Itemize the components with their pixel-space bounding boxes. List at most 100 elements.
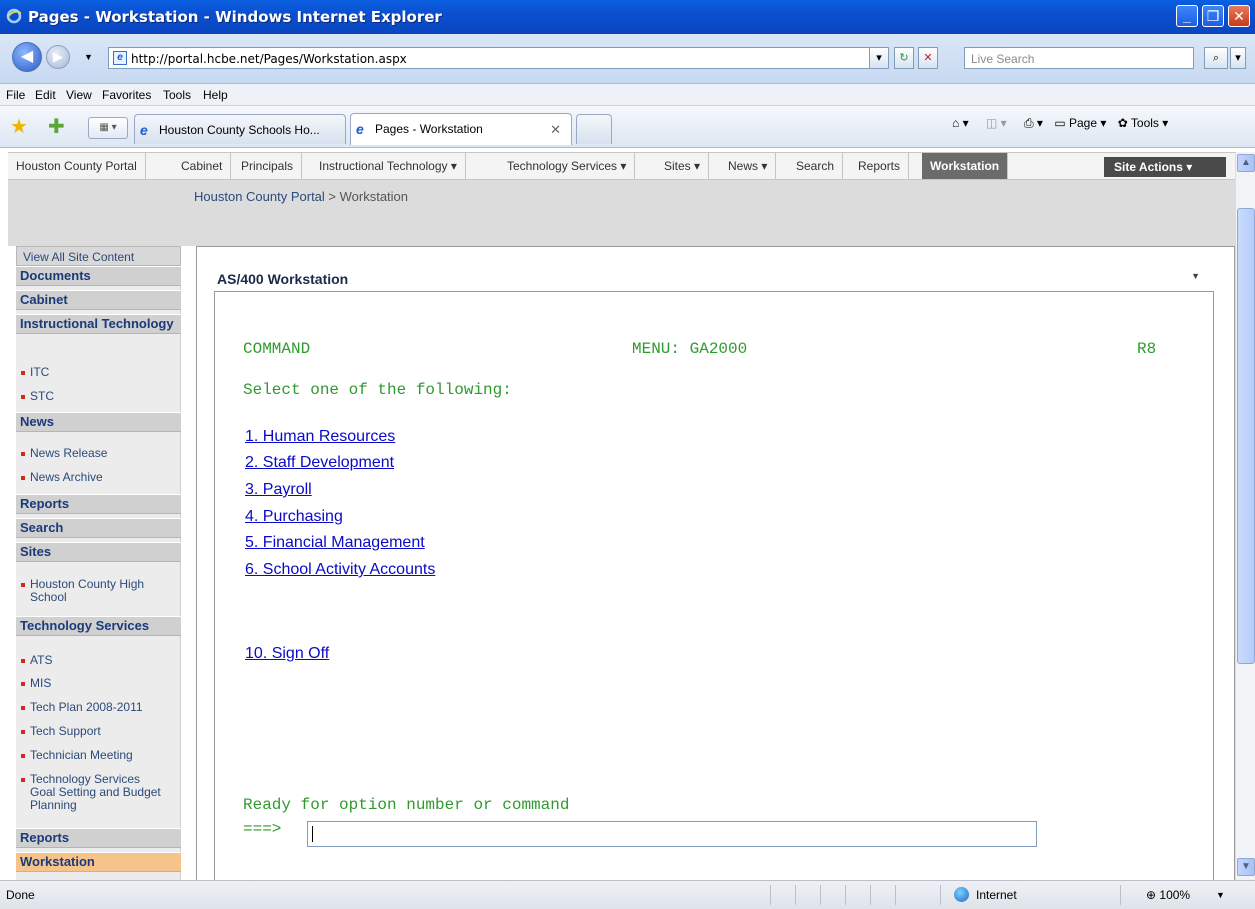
site-actions-button[interactable]: Site Actions ▾ xyxy=(1104,157,1226,177)
terminal-menu-name: MENU: GA2000 xyxy=(632,340,748,358)
nav-cabinet[interactable]: Cabinet xyxy=(16,290,181,310)
nav-news[interactable]: News xyxy=(16,412,181,432)
menu-tools[interactable]: Tools xyxy=(163,88,191,102)
nav-instructional-technology[interactable]: Instructional Technology xyxy=(16,314,181,334)
nav-item-ats[interactable]: ATS xyxy=(16,654,181,667)
close-tab-icon[interactable]: ✕ xyxy=(550,122,561,138)
menu-option-payroll[interactable]: 3. Payroll xyxy=(245,481,312,499)
recent-pages-dropdown-icon[interactable]: ▼ xyxy=(84,52,93,62)
add-favorites-icon[interactable]: ✚ xyxy=(48,114,65,139)
search-icon[interactable]: ⌕ xyxy=(1204,47,1228,69)
tab-workstation[interactable]: e Pages - Workstation ✕ xyxy=(350,113,572,145)
refresh-icon[interactable]: ↻ xyxy=(894,47,914,69)
nav-item-technician-meeting[interactable]: Technician Meeting xyxy=(16,749,181,762)
nav-reports[interactable]: Reports xyxy=(16,494,181,514)
nav-item-itc[interactable]: ITC xyxy=(16,366,181,379)
nav-sites[interactable]: Sites xyxy=(16,542,181,562)
nav-item-tech-support[interactable]: Tech Support xyxy=(16,725,181,738)
scroll-thumb[interactable] xyxy=(1237,208,1255,664)
scroll-up-icon[interactable]: ▲ xyxy=(1237,154,1255,172)
search-options-icon[interactable]: ▾ xyxy=(1230,47,1246,69)
command-input[interactable] xyxy=(307,821,1037,847)
menu-edit[interactable]: Edit xyxy=(35,88,56,102)
nav-reports-2[interactable]: Reports xyxy=(16,828,181,848)
breadcrumb-root-link[interactable]: Houston County Portal xyxy=(194,189,325,204)
topnav-cabinet[interactable]: Cabinet xyxy=(173,153,232,179)
status-divider xyxy=(940,885,941,905)
tab-label: Pages - Workstation xyxy=(375,122,483,136)
topnav-instructional-technology[interactable]: Instructional Technology ▾ xyxy=(311,153,466,179)
zoom-dropdown-icon[interactable]: ▼ xyxy=(1216,890,1225,900)
url-field[interactable]: e http://portal.hcbe.net/Pages/Workstati… xyxy=(108,47,883,69)
menu-file[interactable]: File xyxy=(6,88,25,102)
menu-favorites[interactable]: Favorites xyxy=(102,88,151,102)
menu-option-school-activity-accounts[interactable]: 6. School Activity Accounts xyxy=(245,561,435,579)
forward-button[interactable]: ▶ xyxy=(46,45,70,69)
top-navigation: Houston County Portal Cabinet Principals… xyxy=(8,152,1235,180)
topnav-technology-services[interactable]: Technology Services ▾ xyxy=(499,153,636,179)
menu-view[interactable]: View xyxy=(66,88,92,102)
new-tab-button[interactable] xyxy=(576,114,612,144)
topnav-news[interactable]: News ▾ xyxy=(720,153,777,179)
tools-menu[interactable]: ✿ Tools ▾ xyxy=(1118,116,1169,130)
vertical-scrollbar[interactable]: ▲ ▼ xyxy=(1235,152,1255,880)
home-icon[interactable]: ⌂ ▾ xyxy=(952,116,969,130)
topnav-workstation[interactable]: Workstation xyxy=(922,153,1009,179)
zoom-level[interactable]: ⊕ 100% xyxy=(1146,888,1190,902)
status-text: Done xyxy=(6,888,35,902)
close-window-button[interactable]: ✕ xyxy=(1228,5,1250,27)
menu-bar: File Edit View Favorites Tools Help xyxy=(0,84,1255,106)
topnav-houston-county-portal[interactable]: Houston County Portal xyxy=(8,153,146,179)
topnav-reports[interactable]: Reports xyxy=(850,153,910,179)
search-placeholder: Live Search xyxy=(971,52,1035,66)
status-divider xyxy=(795,885,796,905)
web-part-menu-icon[interactable]: ▼ xyxy=(1191,271,1200,281)
restore-button[interactable]: ❐ xyxy=(1202,5,1224,27)
nav-item-houston-county-high[interactable]: Houston County High School xyxy=(16,578,166,604)
feeds-icon[interactable]: ◫ ▾ xyxy=(986,116,1007,130)
menu-option-purchasing[interactable]: 4. Purchasing xyxy=(245,508,343,526)
quick-launch: View All Site Content Documents Cabinet … xyxy=(16,246,181,880)
menu-option-staff-development[interactable]: 2. Staff Development xyxy=(245,454,394,472)
window-title: Pages - Workstation - Windows Internet E… xyxy=(28,8,442,26)
nav-workstation[interactable]: Workstation xyxy=(16,852,181,872)
tab-houston-county[interactable]: e Houston County Schools Ho... xyxy=(134,114,346,144)
status-divider xyxy=(820,885,821,905)
tab-label: Houston County Schools Ho... xyxy=(159,123,320,137)
command-bar: ⌂ ▾ ◫ ▾ ⎙ ▾ ▭ Page ▾ ✿ Tools ▾ xyxy=(952,116,1168,131)
print-icon[interactable]: ⎙ ▾ xyxy=(1024,116,1043,130)
nav-item-tech-plan[interactable]: Tech Plan 2008-2011 xyxy=(16,701,181,714)
nav-search[interactable]: Search xyxy=(16,518,181,538)
url-dropdown-icon[interactable]: ▾ xyxy=(869,47,889,69)
nav-documents[interactable]: Documents xyxy=(16,266,181,286)
nav-item-stc[interactable]: STC xyxy=(16,390,181,403)
scroll-down-icon[interactable]: ▼ xyxy=(1237,858,1255,876)
nav-item-goal-setting[interactable]: Technology Services Goal Setting and Bud… xyxy=(16,773,166,812)
view-all-site-content-link[interactable]: View All Site Content xyxy=(16,246,181,266)
nav-item-news-archive[interactable]: News Archive xyxy=(16,471,181,484)
minimize-button[interactable]: _ xyxy=(1176,5,1198,27)
favorites-star-icon[interactable]: ★ xyxy=(10,114,28,139)
address-bar: ◀ ▶ ▼ e http://portal.hcbe.net/Pages/Wor… xyxy=(0,34,1255,84)
terminal-input-arrow: ===> xyxy=(243,820,282,838)
page-menu[interactable]: ▭ Page ▾ xyxy=(1054,116,1106,130)
quick-tabs-icon[interactable]: ▦ ▾ xyxy=(88,117,128,139)
topnav-search[interactable]: Search xyxy=(788,153,844,179)
menu-option-sign-off[interactable]: 10. Sign Off xyxy=(245,645,329,663)
menu-option-financial-management[interactable]: 5. Financial Management xyxy=(245,534,425,552)
search-input[interactable]: Live Search xyxy=(964,47,1194,69)
back-button[interactable]: ◀ xyxy=(12,42,42,72)
menu-help[interactable]: Help xyxy=(203,88,228,102)
nav-technology-services[interactable]: Technology Services xyxy=(16,616,181,636)
stop-icon[interactable]: ✕ xyxy=(918,47,938,69)
breadcrumb-current: Workstation xyxy=(339,189,409,204)
status-divider xyxy=(845,885,846,905)
tools-menu-label: Tools xyxy=(1130,116,1159,130)
topnav-principals[interactable]: Principals xyxy=(233,153,303,179)
web-part: AS/400 Workstation ▼ COMMAND MENU: GA200… xyxy=(196,246,1235,880)
page-icon: ▭ xyxy=(1054,116,1066,130)
topnav-sites[interactable]: Sites ▾ xyxy=(656,153,710,179)
menu-option-human-resources[interactable]: 1. Human Resources xyxy=(245,428,395,446)
nav-item-mis[interactable]: MIS xyxy=(16,677,181,690)
nav-item-news-release[interactable]: News Release xyxy=(16,447,181,460)
